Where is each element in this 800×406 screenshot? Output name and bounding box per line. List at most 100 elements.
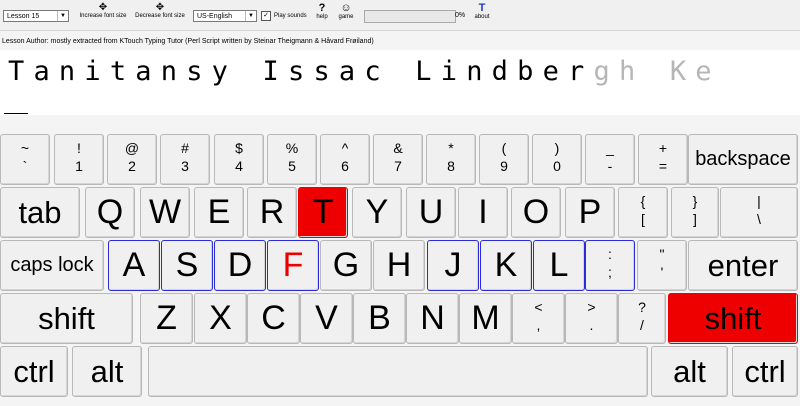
key-tilde[interactable]: ~ ` — [0, 134, 50, 185]
about-button[interactable]: T about — [470, 2, 494, 20]
key-lctrl[interactable]: ctrl — [0, 346, 68, 397]
key-shift-label: $ — [235, 140, 243, 156]
key-shift-label: ! — [77, 140, 81, 156]
key-y[interactable]: Y — [352, 187, 402, 238]
key-capslock[interactable]: caps lock — [0, 240, 104, 291]
key-label: F — [282, 246, 304, 284]
key-z[interactable]: Z — [140, 293, 193, 344]
key-e[interactable]: E — [194, 187, 244, 238]
key-shift-label: { — [640, 193, 646, 209]
key-label: A — [122, 246, 146, 284]
key-rshift[interactable]: shift — [668, 293, 798, 344]
key-label: alt — [90, 353, 124, 389]
key-p[interactable]: P — [565, 187, 615, 238]
key-8[interactable]: * 8 — [426, 134, 476, 185]
key-enter[interactable]: enter — [688, 240, 798, 291]
key-m[interactable]: M — [459, 293, 512, 344]
key-label: shift — [38, 300, 95, 336]
key-i[interactable]: I — [458, 187, 508, 238]
key-equals[interactable]: + = — [638, 134, 688, 185]
key-4[interactable]: $4 — [214, 134, 264, 185]
key-ralt[interactable]: alt — [651, 346, 728, 397]
key-q[interactable]: Q — [85, 187, 135, 238]
layout-select[interactable]: US-English ▼ — [193, 10, 257, 22]
key-k[interactable]: K — [480, 240, 532, 291]
key-label: S — [175, 246, 199, 284]
key-rctrl[interactable]: ctrl — [732, 346, 798, 397]
key-shift-label: # — [181, 140, 189, 156]
key-6[interactable]: ^ 6 — [320, 134, 370, 185]
key-base-label: , — [536, 317, 541, 333]
key-base-label: 0 — [553, 158, 561, 174]
key-quote[interactable]: " ' — [637, 240, 687, 291]
key-lbracket[interactable]: {[ — [618, 187, 668, 238]
key-space[interactable] — [148, 346, 648, 397]
key-label: M — [471, 299, 500, 337]
key-x[interactable]: X — [194, 293, 247, 344]
key-semicolon[interactable]: :; — [585, 240, 635, 291]
progress-bar — [364, 10, 456, 23]
key-3[interactable]: #3 — [160, 134, 210, 185]
key-r[interactable]: R — [247, 187, 297, 238]
key-s[interactable]: S — [161, 240, 213, 291]
key-1[interactable]: ! 1 — [54, 134, 104, 185]
key-shift-label: + — [658, 140, 668, 156]
key-comma[interactable]: <, — [512, 293, 565, 344]
key-b[interactable]: B — [353, 293, 406, 344]
key-base-label: ] — [693, 211, 697, 227]
key-backspace[interactable]: backspace — [688, 134, 798, 185]
key-w[interactable]: W — [140, 187, 190, 238]
increase-font-button[interactable]: ✥ Increase font size — [76, 2, 130, 19]
key-base-label: 1 — [75, 158, 83, 174]
key-lalt[interactable]: alt — [72, 346, 142, 397]
increase-font-label: Increase font size — [79, 13, 127, 19]
key-g[interactable]: G — [320, 240, 372, 291]
key-label: Q — [96, 193, 124, 231]
game-button[interactable]: ☺ game — [336, 2, 356, 20]
key-7[interactable]: & 7 — [373, 134, 423, 185]
key-label: L — [549, 246, 569, 284]
key-o[interactable]: O — [511, 187, 561, 238]
checkbox[interactable]: ✓ — [261, 11, 271, 21]
key-tab[interactable]: tab — [0, 187, 80, 238]
key-a[interactable]: A — [108, 240, 160, 291]
key-label: J — [444, 246, 462, 284]
key-backslash[interactable]: | \ — [720, 187, 798, 238]
key-l[interactable]: L — [533, 240, 585, 291]
key-label: enter — [707, 247, 779, 283]
key-label: R — [259, 193, 285, 231]
key-label: P — [578, 193, 602, 231]
key-base-label: \ — [757, 211, 761, 227]
key-2[interactable]: @2 — [107, 134, 157, 185]
key-j[interactable]: J — [427, 240, 479, 291]
key-label: V — [315, 299, 338, 337]
key-base-label: - — [607, 158, 613, 174]
key-5[interactable]: % 5 — [267, 134, 317, 185]
decrease-font-button[interactable]: ✥ Decrease font size — [132, 2, 188, 19]
key-n[interactable]: N — [406, 293, 459, 344]
key-period[interactable]: >. — [565, 293, 618, 344]
key-shift-label: ) — [554, 140, 560, 156]
key-t[interactable]: T — [298, 187, 348, 238]
practice-area[interactable]: Tanitansy Issac Lindbergh Ke — [0, 50, 800, 115]
key-minus[interactable]: _ - — [585, 134, 635, 185]
key-f[interactable]: F — [267, 240, 319, 291]
key-label: Y — [365, 193, 389, 231]
key-v[interactable]: V — [300, 293, 353, 344]
help-button[interactable]: ? help — [313, 2, 331, 20]
lesson-select[interactable]: Lesson 15 ▼ — [3, 10, 69, 22]
key-label: E — [207, 193, 231, 231]
lesson-select-value: Lesson 15 — [7, 13, 40, 20]
key-9[interactable]: (9 — [479, 134, 529, 185]
key-c[interactable]: C — [247, 293, 300, 344]
key-d[interactable]: D — [214, 240, 266, 291]
key-label: X — [209, 299, 232, 337]
play-sounds-toggle[interactable]: ✓ Play sounds — [261, 11, 307, 21]
key-shift-label: < — [534, 299, 543, 315]
key-u[interactable]: U — [406, 187, 456, 238]
key-lshift[interactable]: shift — [0, 293, 133, 344]
key-rbracket[interactable]: }] — [671, 187, 719, 238]
key-h[interactable]: H — [373, 240, 425, 291]
key-0[interactable]: ) 0 — [532, 134, 582, 185]
key-slash[interactable]: ? / — [618, 293, 666, 344]
